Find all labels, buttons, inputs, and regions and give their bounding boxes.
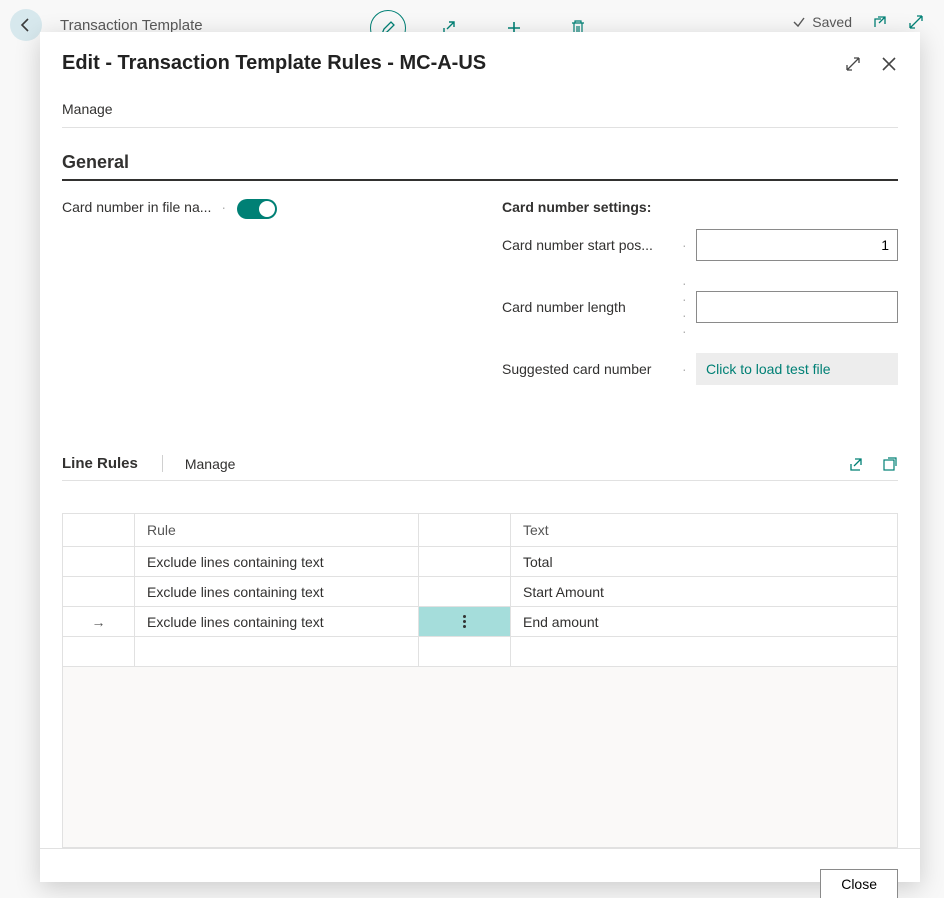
cell-rule[interactable]: Exclude lines containing text — [135, 577, 419, 606]
table-row[interactable]: Exclude lines containing text Total — [63, 547, 897, 577]
cell-text[interactable]: Total — [511, 547, 897, 576]
length-input[interactable] — [696, 291, 898, 323]
modal-title: Edit - Transaction Template Rules - MC-A… — [62, 52, 486, 75]
more-icon[interactable] — [463, 615, 466, 628]
cell-rule[interactable]: Exclude lines containing text — [135, 547, 419, 576]
sugg-label: Suggested card number — [502, 361, 682, 377]
card-settings-head: Card number settings: — [502, 199, 898, 215]
cell-text[interactable]: Start Amount — [511, 577, 897, 606]
arrow-left-icon — [18, 17, 34, 33]
linerules-manage[interactable]: Manage — [163, 456, 236, 472]
arrow-right-icon: → — [92, 614, 106, 630]
suggested-card-link[interactable]: Click to load test file — [696, 353, 898, 385]
card-in-file-toggle[interactable] — [237, 199, 277, 219]
table-header: Rule Text — [63, 513, 897, 547]
breadcrumb: Transaction Template — [60, 17, 203, 34]
saved-label: Saved — [812, 14, 852, 30]
check-icon — [792, 15, 806, 29]
linerules-table: Rule Text Exclude lines containing text T… — [62, 513, 898, 848]
maximize-icon[interactable] — [844, 55, 862, 73]
saved-indicator: Saved — [792, 14, 852, 30]
cell-text[interactable]: End amount — [511, 607, 897, 636]
col-text[interactable]: Text — [511, 514, 897, 546]
expand-icon[interactable] — [908, 14, 924, 30]
close-button[interactable]: Close — [820, 869, 898, 898]
share-icon[interactable] — [848, 456, 864, 472]
linerules-title: Line Rules — [62, 455, 163, 472]
dots: · — [221, 199, 227, 215]
col-rule[interactable]: Rule — [135, 514, 419, 546]
table-row[interactable]: Exclude lines containing text Start Amoun… — [63, 577, 897, 607]
close-icon[interactable] — [880, 55, 898, 73]
modal: Edit - Transaction Template Rules - MC-A… — [40, 32, 920, 882]
popout-icon[interactable] — [882, 456, 898, 472]
section-general-title: General — [62, 152, 898, 181]
table-row[interactable]: → Exclude lines containing text End amount — [63, 607, 897, 637]
cell-rule[interactable]: Exclude lines containing text — [135, 607, 419, 636]
back-button[interactable] — [10, 9, 42, 41]
card-in-file-label: Card number in file na... — [62, 199, 211, 215]
start-pos-input[interactable] — [696, 229, 898, 261]
start-pos-label: Card number start pos... — [502, 237, 682, 253]
row-actions — [419, 577, 511, 606]
row-actions — [419, 547, 511, 576]
manage-action[interactable]: Manage — [62, 89, 898, 128]
table-row-empty[interactable] — [63, 637, 897, 667]
popout-icon[interactable] — [872, 14, 888, 30]
bg-right: Saved — [792, 14, 924, 30]
row-actions[interactable] — [419, 607, 511, 636]
length-label: Card number length — [502, 299, 682, 315]
